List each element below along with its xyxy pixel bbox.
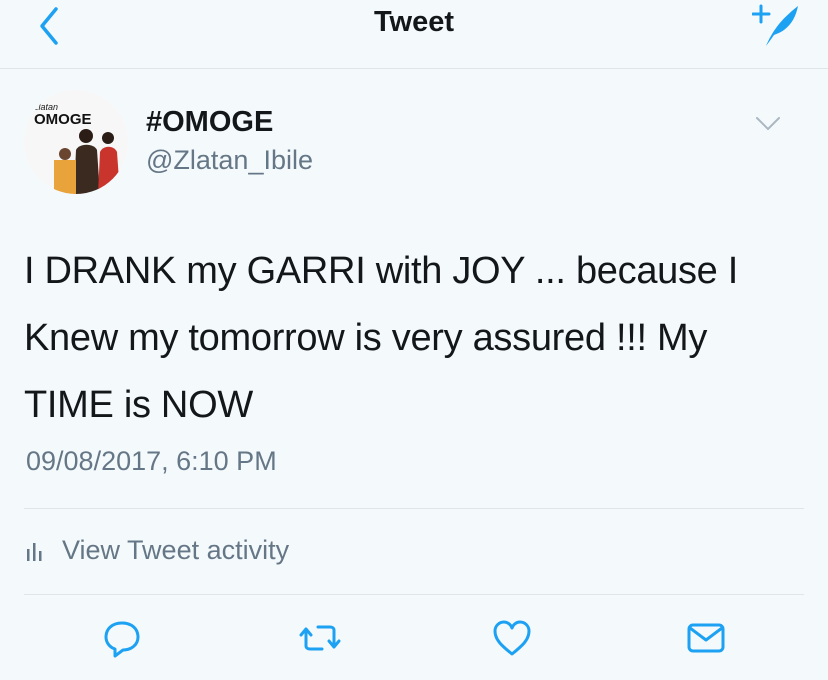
tweet-text-line: I DRANK my GARRI with JOY ... because I	[24, 250, 739, 292]
like-button[interactable]	[490, 616, 534, 660]
share-button[interactable]	[684, 616, 728, 660]
share-icon	[687, 623, 725, 653]
chevron-down-icon	[756, 117, 780, 130]
album-cover-image: zlatan OMOGE	[24, 90, 128, 194]
navigation-bar: Tweet	[0, 0, 828, 69]
page-title: Tweet	[373, 6, 455, 38]
compose-tweet-icon	[751, 4, 798, 46]
tweet-timestamp: 09/08/2017, 6:10 PM	[26, 446, 277, 476]
avatar[interactable]: zlatan OMOGE	[24, 90, 128, 194]
retweet-icon	[299, 625, 341, 651]
reply-button[interactable]	[100, 616, 144, 660]
compose-tweet-button[interactable]	[751, 2, 800, 48]
divider	[24, 508, 804, 509]
display-name[interactable]: #OMOGE	[146, 106, 273, 139]
view-tweet-activity-link[interactable]: View Tweet activity	[26, 528, 289, 572]
tweet-text-line: Knew my tomorrow is very assured !!! My	[24, 317, 708, 359]
tweet-text-line: TIME is NOW	[24, 384, 253, 426]
divider	[24, 594, 804, 595]
analytics-icon	[27, 543, 42, 561]
user-handle[interactable]: @Zlatan_Ibile	[146, 145, 313, 176]
retweet-button[interactable]	[298, 616, 342, 660]
like-icon	[493, 620, 531, 656]
tweet-options-button[interactable]	[754, 114, 782, 134]
tweet-text: I DRANK my GARRI with JOY ... because I …	[24, 238, 814, 439]
reply-icon	[104, 621, 140, 658]
activity-label: View Tweet activity	[62, 534, 290, 565]
avatar-title-text: OMOGE	[34, 111, 92, 128]
